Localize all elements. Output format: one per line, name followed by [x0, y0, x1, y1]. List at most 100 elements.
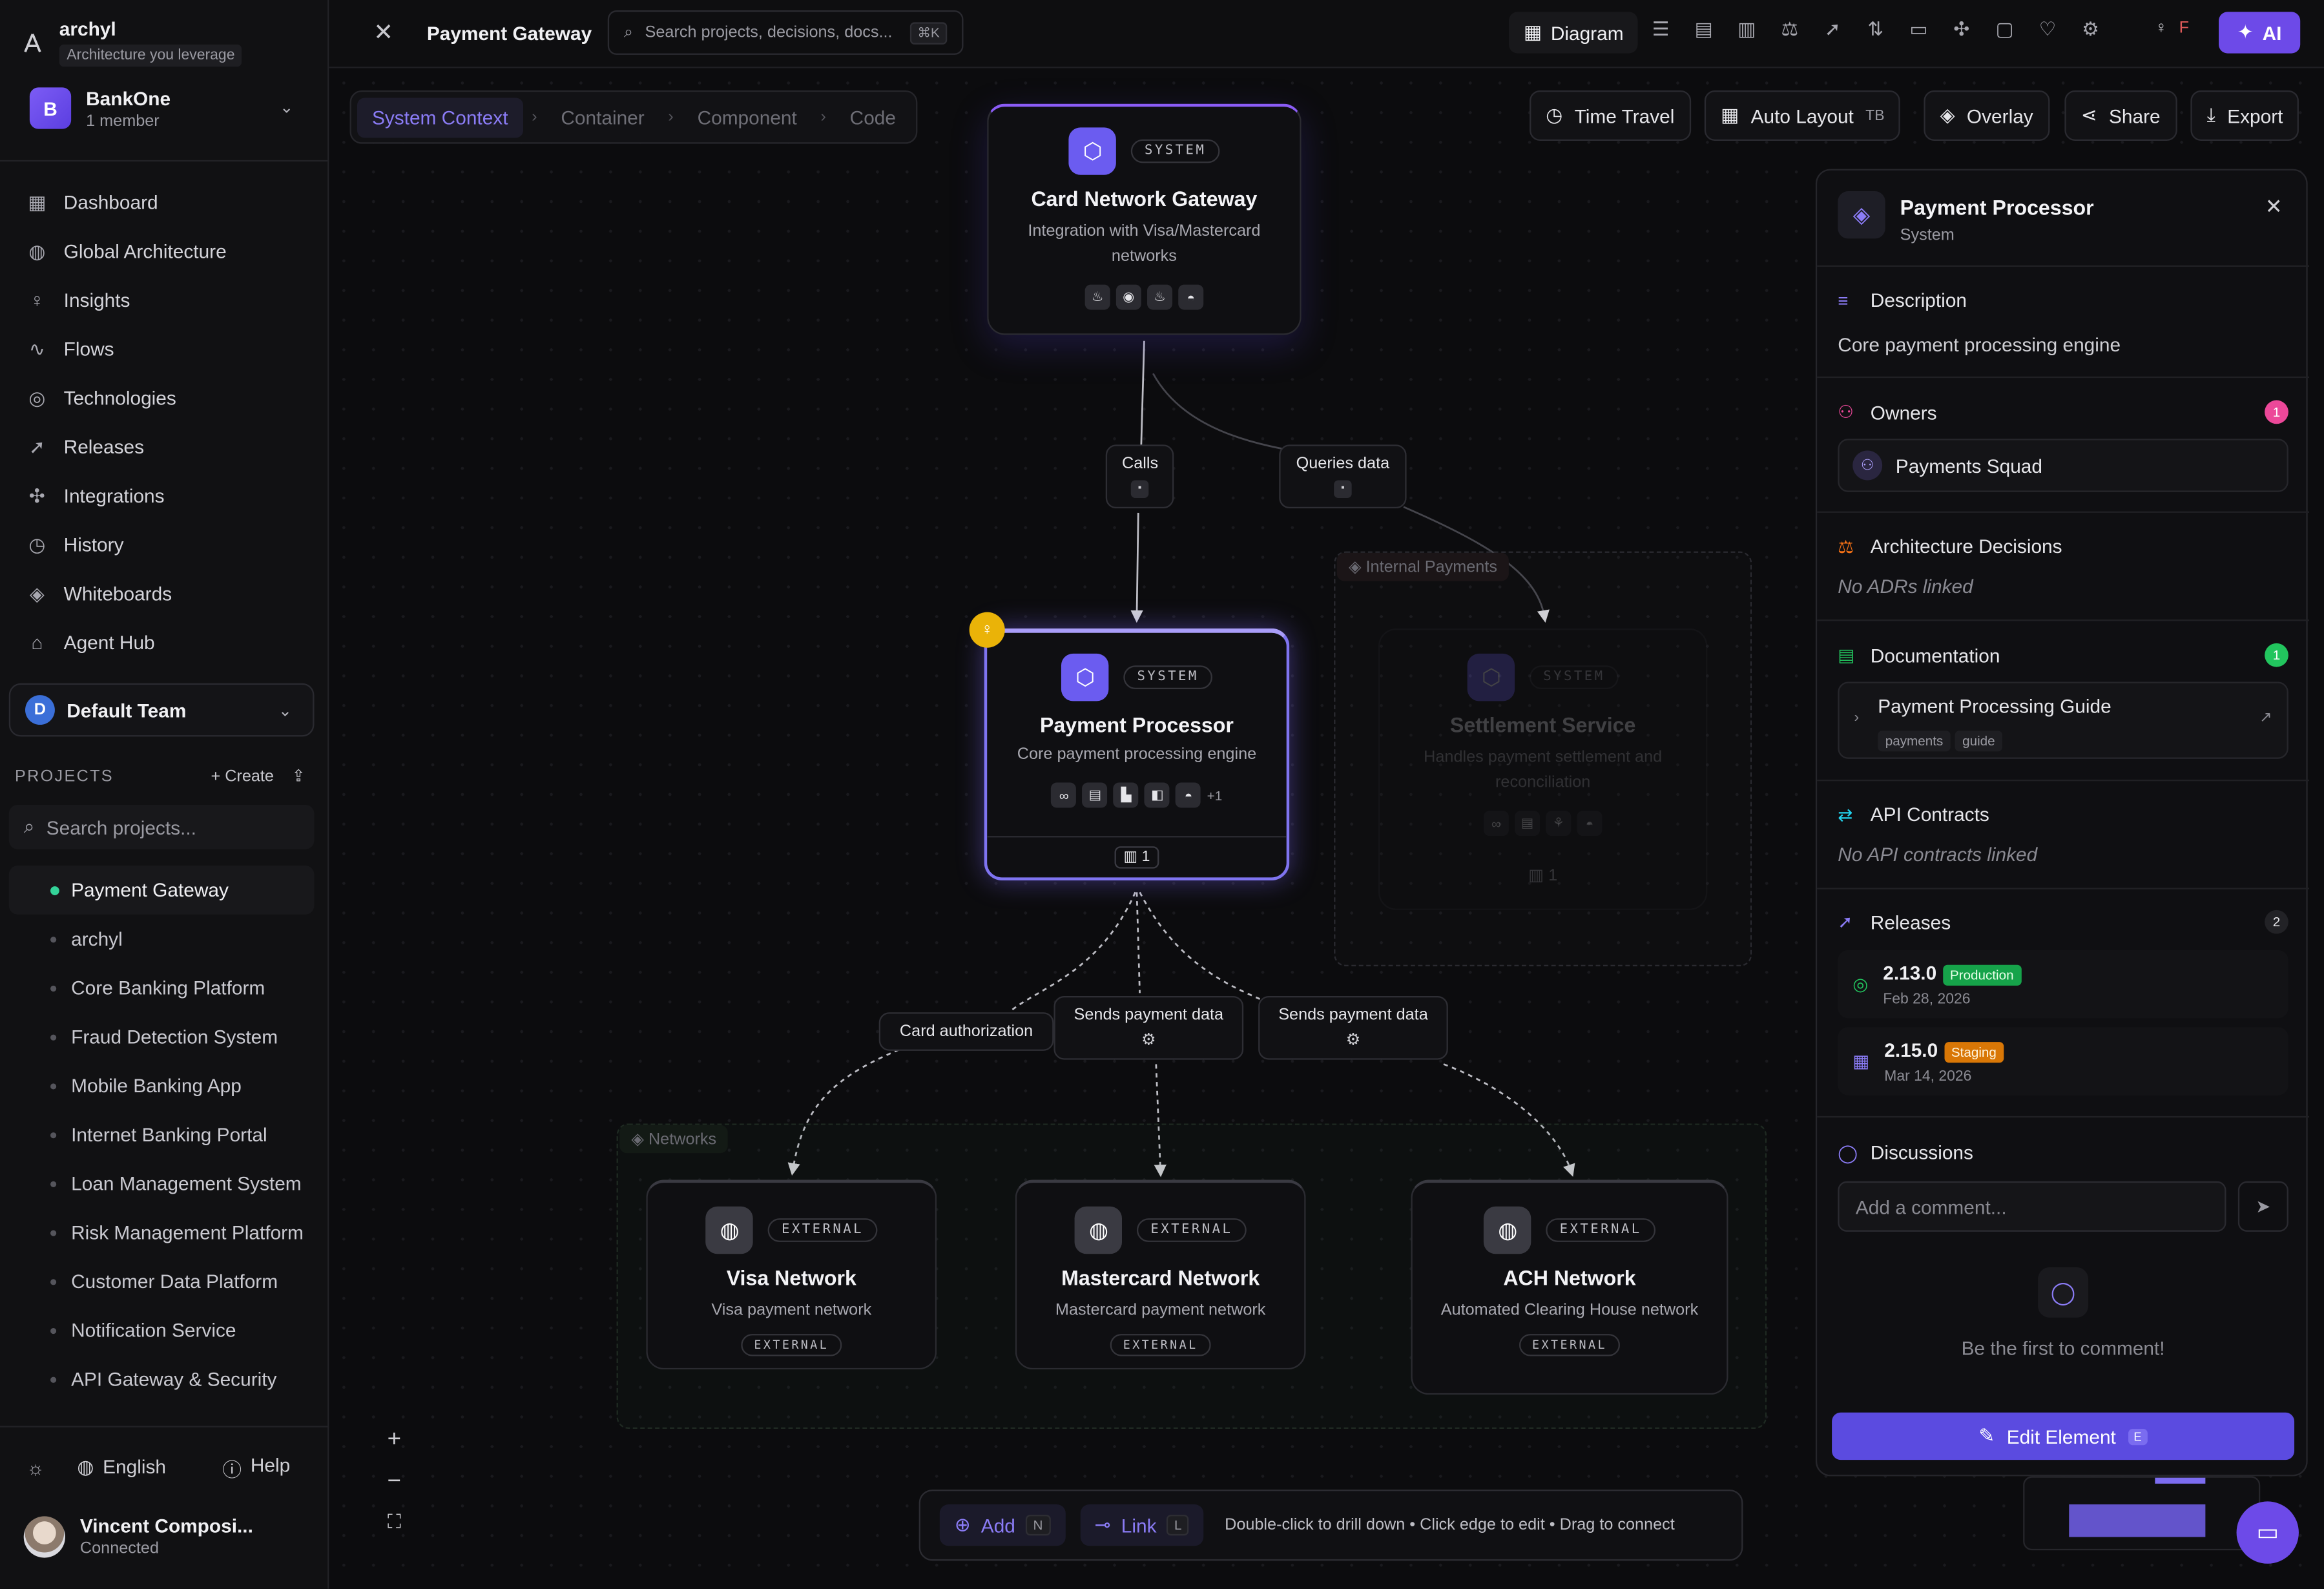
workspace-switcher[interactable]: B BankOne 1 member ⌄	[15, 80, 315, 136]
global-search-input[interactable]: ⌕ Search projects, decisions, docs... ⌘K	[607, 10, 964, 55]
scale-icon[interactable]: ⚖	[1777, 18, 1802, 42]
nav-history[interactable]: ◷ History	[12, 520, 317, 569]
nav-dashboard[interactable]: ▦ Dashboard	[12, 178, 317, 227]
git-compare-icon[interactable]: ⇅	[1863, 18, 1888, 42]
help-button[interactable]: ⓘ Help	[222, 1453, 290, 1482]
edit-element-button[interactable]: ✎ Edit Element E	[1832, 1412, 2295, 1460]
rocket-icon[interactable]: ➚	[1820, 18, 1845, 42]
docs-count-badge[interactable]: ▥ 1	[987, 846, 1287, 869]
puzzle-icon[interactable]: ✣	[1949, 18, 1974, 42]
upload-icon[interactable]: ⇪	[292, 766, 306, 786]
team-selector[interactable]: D Default Team ⌄	[8, 683, 315, 737]
project-item[interactable]: Core Banking Platform	[9, 963, 315, 1012]
node-ach-network[interactable]: ◍ EXTERNAL ACH Network Automated Clearin…	[1411, 1179, 1728, 1395]
project-item[interactable]: Fraud Detection System	[9, 1012, 315, 1061]
edge-calls[interactable]	[1140, 340, 1145, 445]
project-item[interactable]: Risk Management Platform	[9, 1208, 315, 1257]
nav-agent-hub[interactable]: ⌂ Agent Hub	[12, 618, 317, 667]
file-code-icon[interactable]: ▢	[1992, 18, 2017, 42]
project-item[interactable]: API Gateway & Security	[9, 1355, 315, 1404]
node-title: Payment Processor	[1039, 712, 1234, 737]
heart-icon[interactable]: ♡	[2035, 18, 2060, 42]
settings-icon[interactable]: ⚙	[2078, 18, 2103, 42]
chevron-right-icon: ›	[820, 108, 826, 127]
edge-label-sends-mastercard[interactable]: Sends payment data ⚙	[1053, 995, 1244, 1060]
close-icon[interactable]: ✕	[2265, 194, 2283, 220]
edge-card-auth[interactable]	[1010, 891, 1136, 1012]
external-link-icon[interactable]: ↗	[2259, 710, 2272, 726]
theme-toggle-icon[interactable]: ☼	[26, 1456, 44, 1478]
release-item[interactable]: ▦ 2.15.0 Staging Mar 14, 2026	[1838, 1027, 2288, 1096]
zoom-out-icon[interactable]: −	[388, 1469, 401, 1495]
edge-calls[interactable]	[1130, 512, 1143, 623]
comment-input[interactable]: Add a comment...	[1838, 1181, 2226, 1232]
nav-technologies[interactable]: ◎ Technologies	[12, 373, 317, 422]
project-item[interactable]: Loan Management System	[9, 1159, 315, 1208]
create-project-button[interactable]: + Create	[211, 767, 274, 785]
description-text[interactable]: Core payment processing engine	[1838, 333, 2288, 355]
edge-sends-ach[interactable]	[1139, 891, 1260, 1000]
book-icon[interactable]: ▥	[1734, 18, 1759, 42]
export-button[interactable]: ⤓ Export	[2190, 90, 2299, 141]
project-item[interactable]: archyl	[9, 915, 315, 964]
ai-button[interactable]: ✦ AI	[2219, 12, 2301, 54]
nav-global-architecture[interactable]: ◍ Global Architecture	[12, 227, 317, 276]
node-payment-processor[interactable]: ⬡ SYSTEM Payment Processor Core payment …	[984, 628, 1290, 880]
document-icon[interactable]: ▤	[1691, 18, 1716, 42]
project-item[interactable]: Payment Gateway	[8, 866, 315, 915]
message-icon[interactable]: ▭	[1906, 18, 1931, 42]
insight-lightbulb-icon[interactable]: ♀	[969, 612, 1005, 648]
chat-support-button[interactable]: ▭	[2236, 1501, 2299, 1564]
project-item[interactable]: Mobile Banking App	[9, 1061, 315, 1110]
globe-icon: ◍	[705, 1206, 754, 1254]
link-elements-button[interactable]: ⊸ Link L	[1079, 1504, 1204, 1546]
edge-label-calls[interactable]: Calls ▪	[1105, 444, 1174, 509]
edge-label-queries[interactable]: Queries data ▪	[1279, 444, 1407, 509]
share-button[interactable]: ⋖ Share	[2064, 90, 2177, 141]
edge-label-card-auth[interactable]: Card authorization	[878, 1012, 1054, 1051]
nav-integrations[interactable]: ✣ Integrations	[12, 472, 317, 521]
user-profile[interactable]: Vincent Composi... Connected	[23, 1515, 253, 1558]
docs-count: ▥ 1	[1528, 867, 1558, 885]
project-search-input[interactable]: ⌕ Search projects...	[8, 804, 315, 849]
project-item[interactable]: Internet Banking Portal	[9, 1110, 315, 1159]
edge-label-sends-ach[interactable]: Sends payment data ⚙	[1258, 995, 1448, 1060]
auto-layout-button[interactable]: ▦ Auto Layout TB	[1704, 90, 1901, 141]
breadcrumb-component[interactable]: Component	[683, 97, 812, 137]
time-travel-button[interactable]: ◷ Time Travel	[1530, 90, 1691, 141]
doc-item[interactable]: › Payment Processing Guide payments guide…	[1838, 681, 2288, 759]
release-item[interactable]: ◎ 2.13.0 Production Feb 28, 2026	[1838, 950, 2288, 1019]
presence-indicator[interactable]: ♀ F	[2155, 19, 2189, 37]
overlay-button[interactable]: ◈ Overlay	[1924, 90, 2049, 141]
breadcrumb-code[interactable]: Code	[835, 97, 911, 137]
brand[interactable]: archyl Architecture you leverage	[21, 18, 247, 67]
node-mastercard-network[interactable]: ◍ EXTERNAL Mastercard Network Mastercard…	[1015, 1179, 1306, 1370]
nav-insights[interactable]: ♀ Insights	[12, 276, 317, 325]
language-selector[interactable]: ◍ English	[77, 1455, 166, 1479]
node-card-network-gateway[interactable]: ⬡ SYSTEM Card Network Gateway Integratio…	[987, 103, 1302, 335]
breadcrumb-container[interactable]: Container	[546, 97, 659, 137]
nav-flows[interactable]: ∿ Flows	[12, 325, 317, 374]
minimap[interactable]	[2023, 1476, 2261, 1551]
node-settlement-service[interactable]: ⬡ SYSTEM Settlement Service Handles paym…	[1378, 628, 1708, 910]
nav-whiteboards[interactable]: ◈ Whiteboards	[12, 569, 317, 618]
owner-item[interactable]: ⚇ Payments Squad	[1838, 439, 2288, 492]
project-item[interactable]: Notification Service	[9, 1306, 315, 1355]
nav-releases[interactable]: ➚ Releases	[12, 422, 317, 472]
add-element-button[interactable]: ⊕ Add N	[939, 1504, 1065, 1546]
view-diagram-button[interactable]: ▦ Diagram	[1508, 12, 1639, 54]
edge-sends-mastercard[interactable]	[1136, 892, 1141, 993]
tech-icon: ∞	[1483, 811, 1509, 836]
node-visa-network[interactable]: ◍ EXTERNAL Visa Network Visa payment net…	[646, 1179, 937, 1370]
zoom-in-icon[interactable]: +	[388, 1428, 401, 1454]
project-item[interactable]: Customer Data Platform	[9, 1257, 315, 1306]
grpc-icon: ▪	[1334, 480, 1352, 498]
send-icon[interactable]: ➤	[2237, 1181, 2288, 1232]
list-icon[interactable]: ☰	[1648, 18, 1674, 42]
close-icon[interactable]: ✕	[373, 18, 393, 48]
fit-view-icon[interactable]: ⛶	[388, 1510, 401, 1534]
team-icon: ⚇	[1852, 450, 1883, 481]
chevron-down-icon: ⌄	[278, 702, 293, 721]
chevron-right-icon[interactable]: ›	[1854, 710, 1860, 726]
breadcrumb-system-context[interactable]: System Context	[357, 97, 523, 138]
